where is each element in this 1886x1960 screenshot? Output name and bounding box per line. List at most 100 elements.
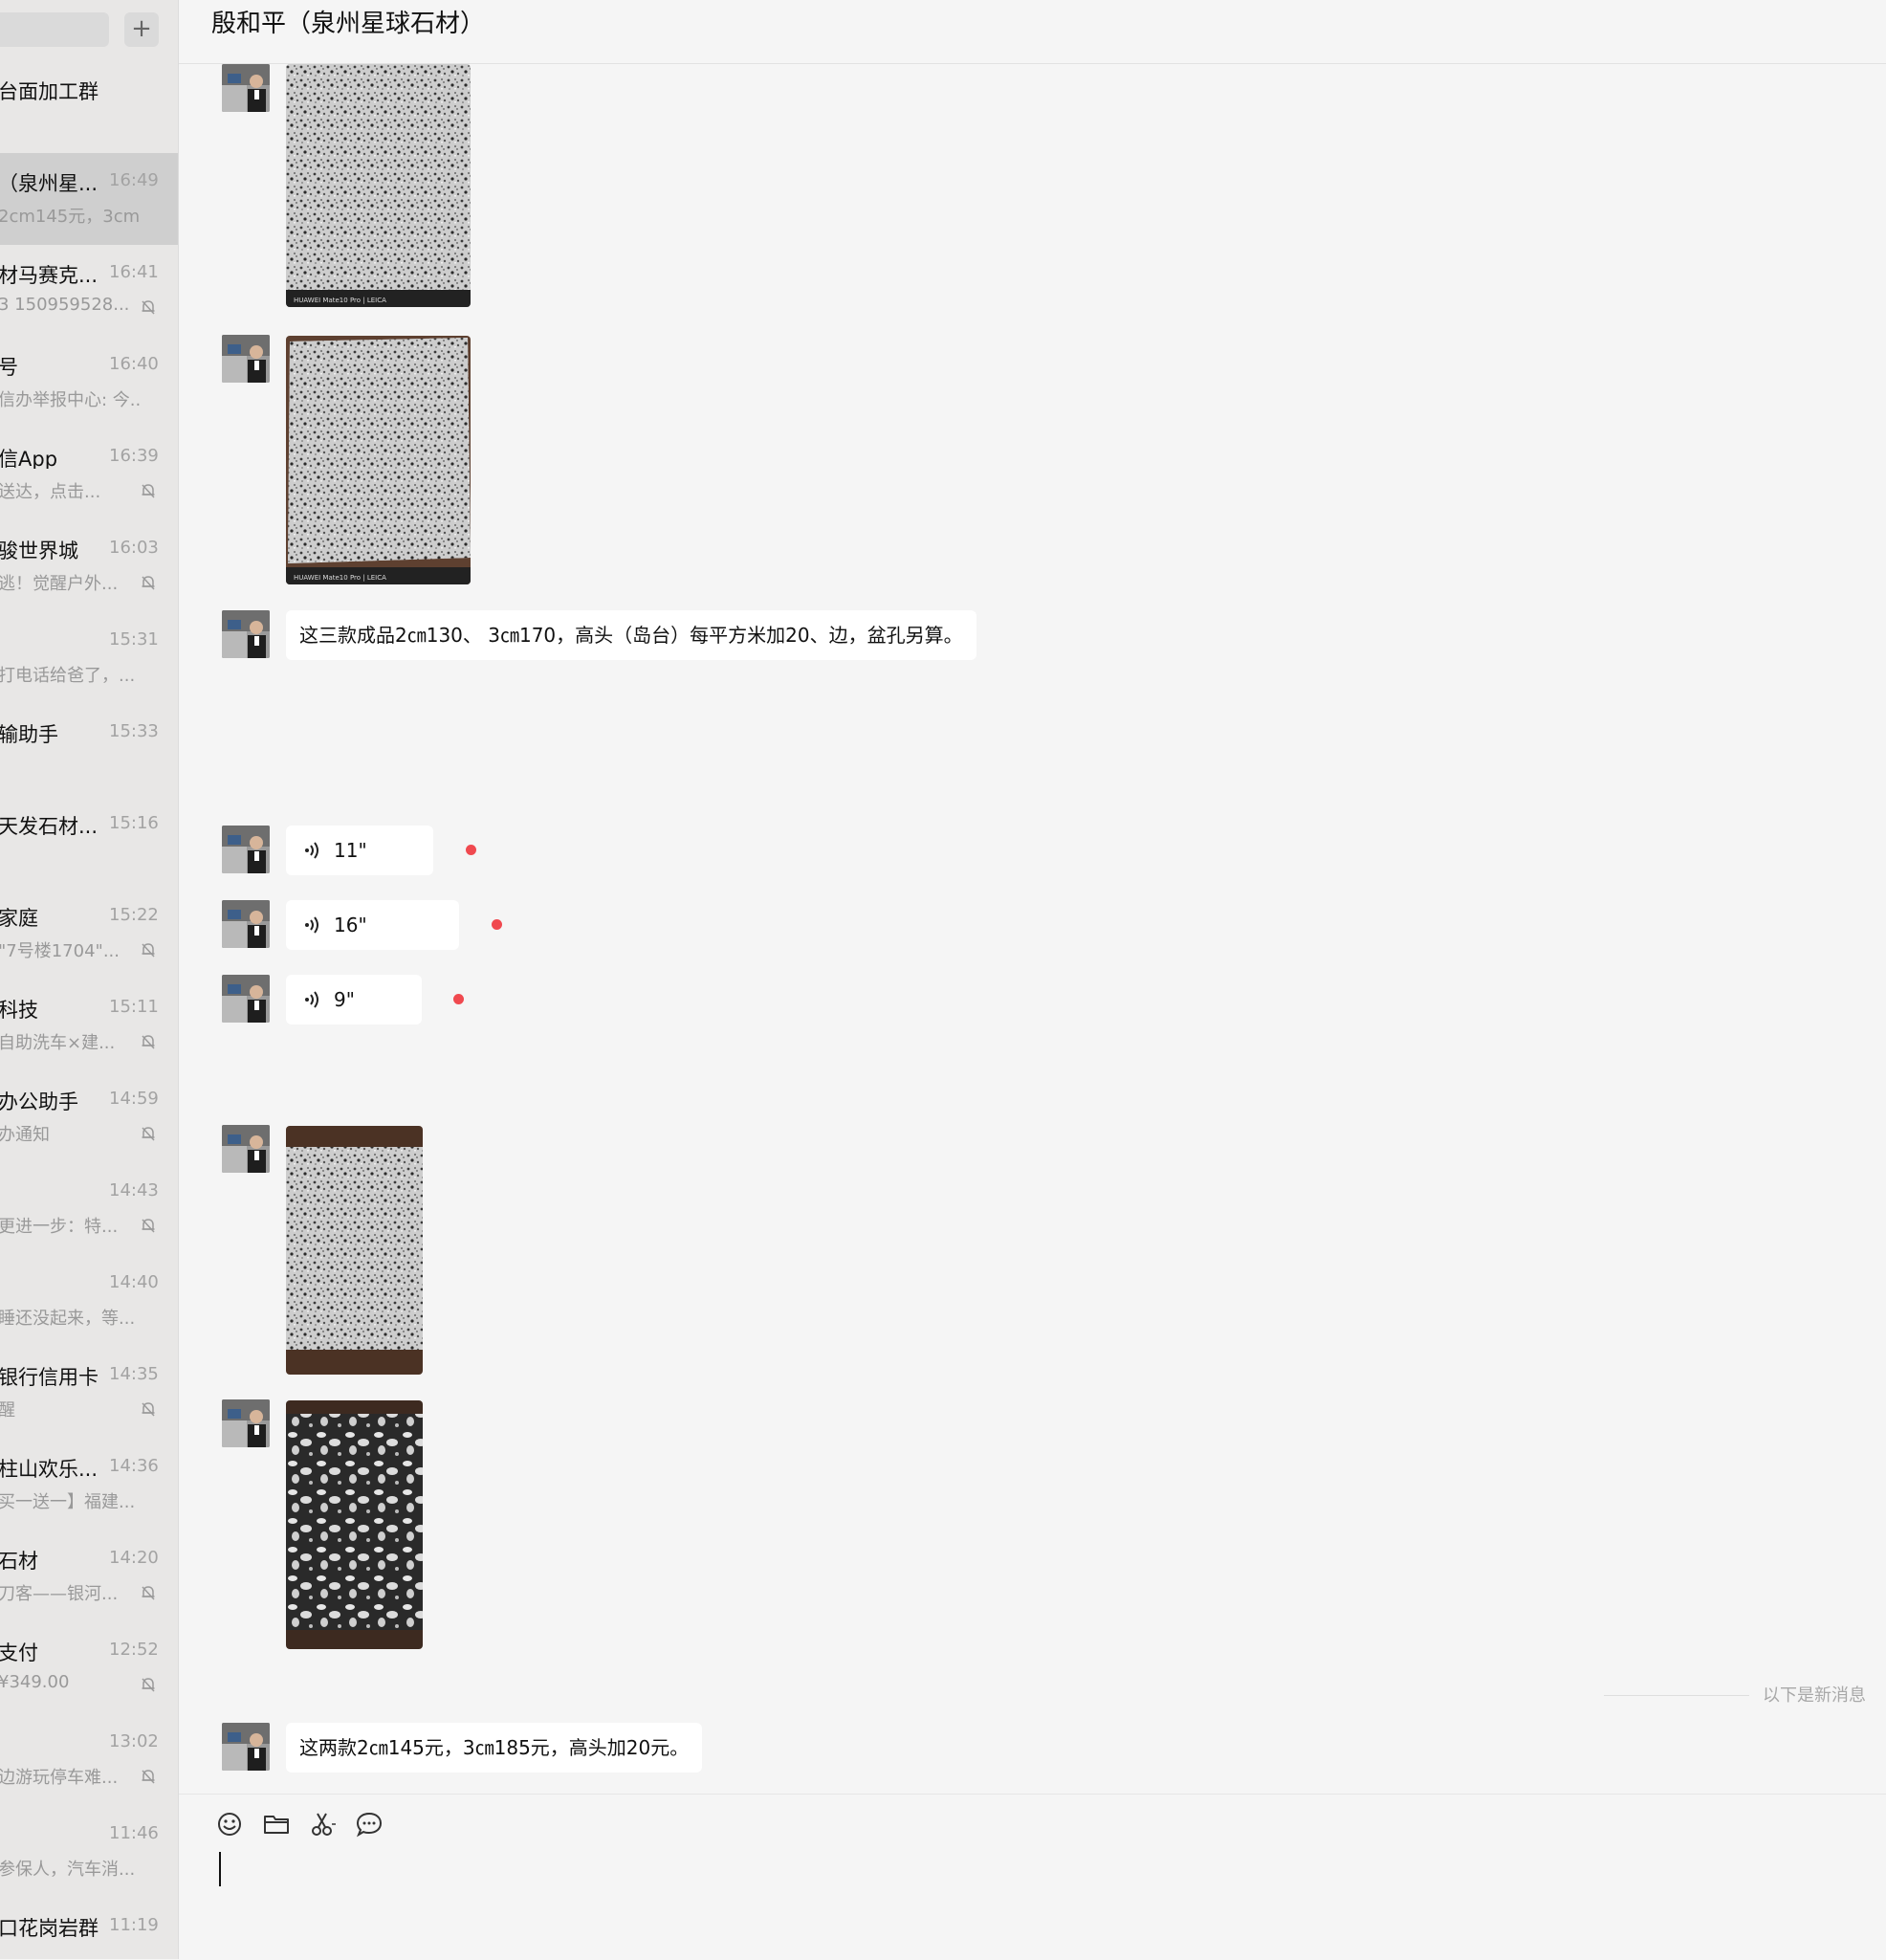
conversation-time: 13:02 [109,1731,159,1751]
conversation-preview: 送达，点击... [0,482,101,501]
search-input[interactable] [0,12,109,47]
conversation-sidebar: + 台面加工群 （泉州星... 16:49 2cm145元，3cm1... 材马赛克..… [0,0,179,1959]
voice-duration: 11" [334,839,367,862]
sender-avatar[interactable] [222,975,270,1023]
folder-icon[interactable] [260,1808,293,1840]
voice-message[interactable]: 16" [286,900,459,950]
conversation-name: 柱山欢乐... [0,1458,99,1479]
mute-bell-icon [140,482,157,499]
emoji-icon[interactable] [213,1808,246,1840]
conversation-name [0,1270,111,1295]
conversation-time: 16:39 [109,446,159,466]
sender-avatar[interactable] [222,900,270,948]
conversation-item[interactable]: 输助手 15:33 [0,704,178,796]
conversation-item[interactable]: 科技 15:11 自助洗车×建... [0,980,178,1071]
add-button[interactable]: + [124,12,159,47]
text-message[interactable]: 这三款成品2㎝130、 3㎝170，高头（岛台）每平方米加20、边，盆孔另算。 [286,610,976,660]
image-message[interactable]: HUAWEI Mate10 Pro | LEICA [286,64,471,307]
mute-bell-icon [140,1676,157,1693]
image-message[interactable] [286,1400,423,1649]
unread-dot [492,919,502,930]
conversation-preview: 逃！觉醒户外... [0,574,119,593]
conversation-item[interactable]: 银行信用卡 14:35 醒 [0,1347,178,1439]
conversation-name: 信App [0,448,58,469]
mute-bell-icon [140,1768,157,1785]
sender-avatar[interactable] [222,335,270,383]
sender-avatar[interactable] [222,1125,270,1173]
conversation-item[interactable]: 信App 16:39 送达，点击... [0,429,178,520]
voice-duration: 9" [334,988,355,1011]
conversation-preview: 买一送一】福建... [0,1492,136,1511]
conversation-preview: "7号楼1704"... [0,941,120,960]
chat-title: 殷和平（泉州星球石材） [211,10,486,38]
text-message[interactable]: 这两款2㎝145元，3㎝185元，高头加20元。 [286,1723,703,1773]
mute-bell-icon [140,574,157,591]
conversation-item[interactable]: 13:02 边游玩停车难... [0,1714,178,1806]
sender-avatar[interactable] [222,826,270,873]
conversation-item[interactable]: 办公助手 14:59 办通知 [0,1071,178,1163]
conversation-name: 支付 [0,1641,38,1663]
conversation-item[interactable]: 天发石材... 15:16 [0,796,178,888]
conversation-name: （泉州星... [0,172,99,193]
conversation-item[interactable]: 柱山欢乐... 14:36 买一送一】福建... [0,1439,178,1531]
image-message[interactable]: HUAWEI Mate10 Pro | LEICA [286,336,471,584]
conversation-name: 材马赛克... [0,264,99,285]
conversation-time: 14:36 [109,1456,159,1476]
text-cursor[interactable] [219,1852,221,1886]
voice-message[interactable]: 11" [286,826,433,875]
conversation-name: 银行信用卡 [0,1366,99,1387]
voice-message[interactable]: 9" [286,975,422,1024]
conversation-item[interactable]: 家庭 15:22 "7号楼1704"... [0,888,178,980]
conversation-preview: 睡还没起来，等... [0,1309,136,1328]
conversation-item[interactable]: 号 16:40 信办举报中心: 今... [0,337,178,429]
conversation-time: 14:20 [109,1548,159,1568]
conversation-time: 11:19 [109,1915,159,1935]
conversation-item[interactable]: 石材 14:20 刀客——银河... [0,1531,178,1622]
conversation-item[interactable]: 台面加工群 [0,61,178,153]
conversation-preview [0,1948,140,1959]
scissors-icon[interactable] [306,1808,339,1840]
conversation-item[interactable]: 材马赛克... 16:41 3 150959528... [0,245,178,337]
conversation-time: 15:22 [109,905,159,925]
conversation-time: 14:59 [109,1089,159,1109]
voice-duration: 16" [334,914,367,936]
sender-avatar[interactable] [222,64,270,112]
unread-dot [466,845,476,855]
conversation-name [0,628,111,652]
sidebar-toolbar: + [0,0,178,61]
conversation-item[interactable]: （泉州星... 16:49 2cm145元，3cm1... [0,153,178,245]
mute-bell-icon [140,1217,157,1234]
conversation-name: 科技 [0,999,38,1020]
conversation-time: 12:52 [109,1640,159,1660]
conversation-item[interactable]: 支付 12:52 ¥349.00 [0,1622,178,1714]
conversation-item[interactable]: 口花岗岩群 11:19 [0,1898,178,1959]
conversation-time: 14:35 [109,1364,159,1384]
conversation-time: 11:46 [109,1823,159,1843]
conversation-preview: 打电话给爸了，... [0,666,136,685]
conversation-item[interactable]: 15:31 打电话给爸了，... [0,612,178,704]
conversation-time: 15:11 [109,997,159,1017]
voice-wave-icon [303,988,322,1011]
voice-wave-icon [303,914,322,936]
conversation-item[interactable]: 14:43 更进一步：特... [0,1163,178,1255]
chat-header: 殷和平（泉州星球石材） [179,0,1886,64]
conversation-preview: 醒 [0,1397,140,1420]
conversation-preview: 办通知 [0,1125,50,1144]
sender-avatar[interactable] [222,1723,270,1771]
mute-bell-icon [140,941,157,958]
conversation-item[interactable]: 14:40 睡还没起来，等... [0,1255,178,1347]
sender-avatar[interactable] [222,610,270,658]
image-message[interactable] [286,1126,423,1375]
message-input-area[interactable] [179,1794,1886,1960]
photo-watermark: HUAWEI Mate10 Pro | LEICA [294,574,386,582]
conversation-name: 输助手 [0,723,58,744]
unread-dot [453,994,464,1004]
conversation-item[interactable]: 11:46 参保人，汽车消... [0,1806,178,1898]
conversation-item[interactable]: 骏世界城 16:03 逃！觉醒户外... [0,520,178,612]
chat-history-icon[interactable] [353,1808,385,1840]
mute-bell-icon [140,1125,157,1142]
message-area[interactable]: HUAWEI Mate10 Pro | LEICA HUAWEI Mate10 … [179,64,1886,1794]
sender-avatar[interactable] [222,1399,270,1447]
voice-wave-icon [303,839,322,862]
conversation-time: 14:43 [109,1180,159,1200]
